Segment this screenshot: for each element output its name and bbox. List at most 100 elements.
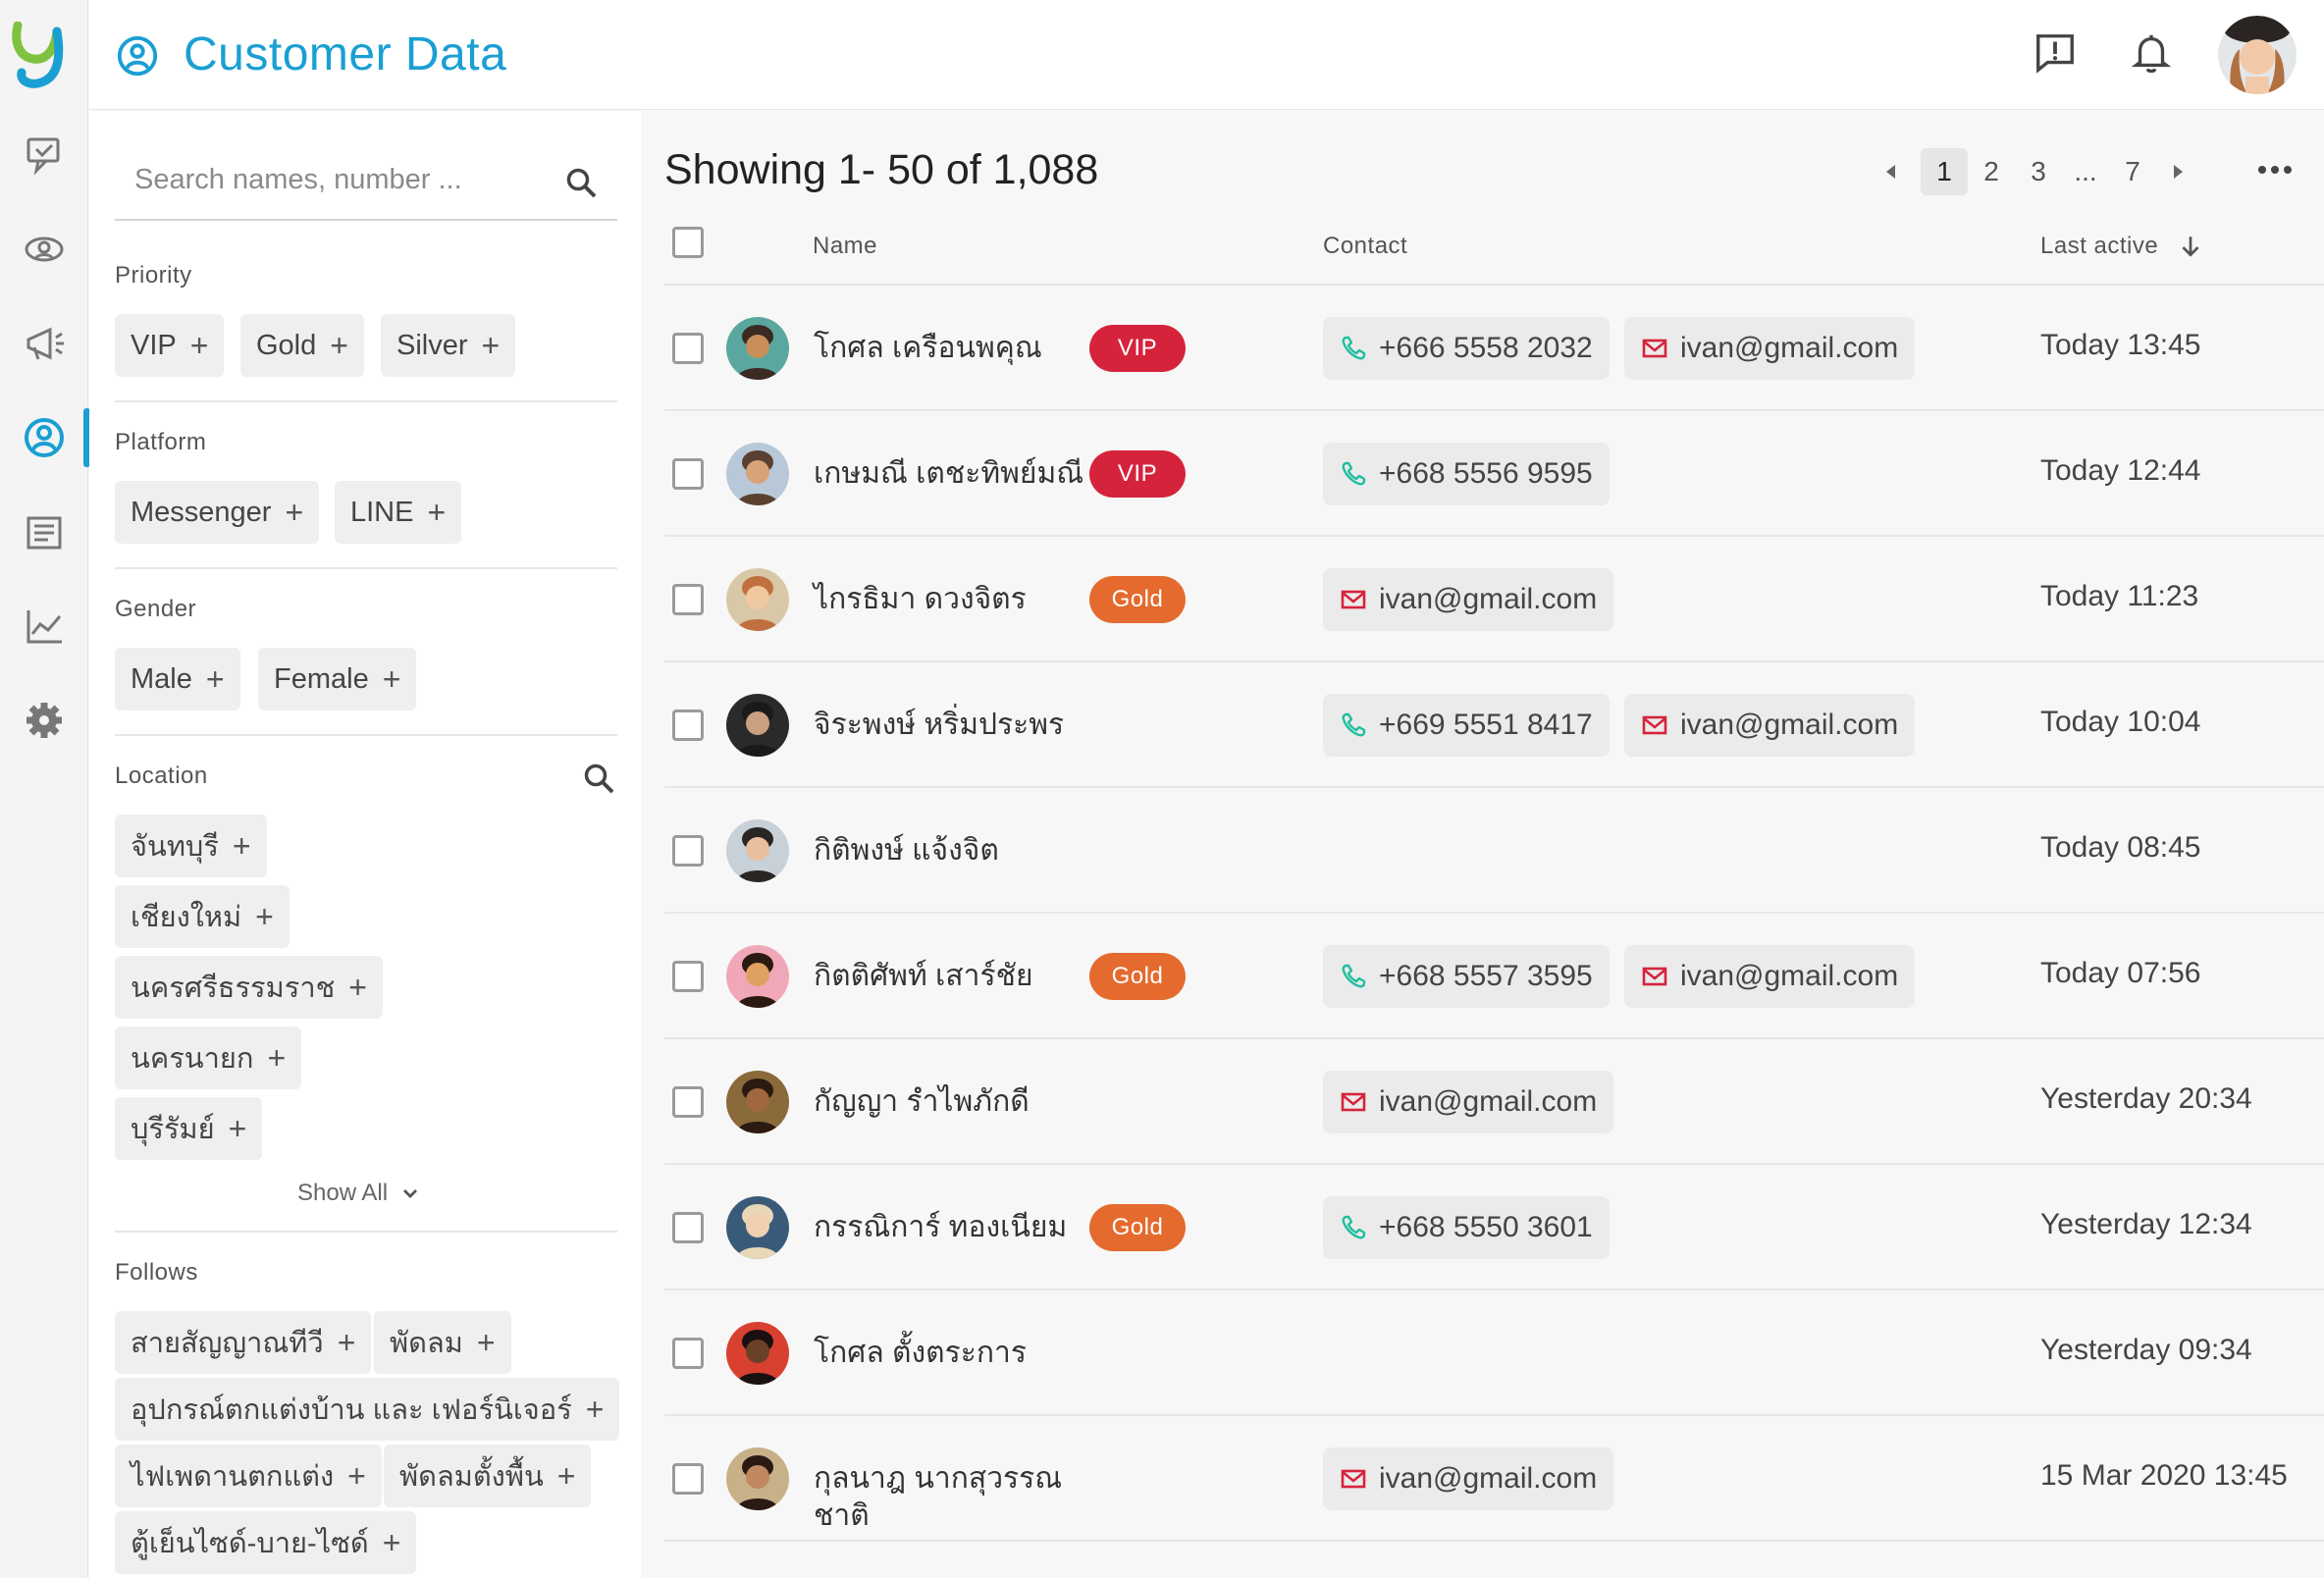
table-row[interactable]: กุลนาฎ นากสุวรรณชาติ ivan@gmail.com 15 Mar… xyxy=(664,1416,2324,1542)
table-row[interactable]: จิระพงษ์ หริ่มประพร +669 5551 8417 ivan@gm… xyxy=(664,662,2324,788)
page-1[interactable]: 1 xyxy=(1921,148,1968,195)
table-row[interactable]: กัญญา รำไพภักดี ivan@gmail.com Yesterday 2… xyxy=(664,1039,2324,1165)
email-chip[interactable]: ivan@gmail.com xyxy=(1624,317,1916,380)
search-input[interactable] xyxy=(134,164,547,196)
row-checkbox[interactable] xyxy=(672,1338,704,1369)
phone-chip[interactable]: +668 5550 3601 xyxy=(1323,1196,1610,1259)
avatar xyxy=(726,1322,789,1385)
broadcast-icon xyxy=(26,327,64,360)
phone-chip[interactable]: +669 5551 8417 xyxy=(1323,694,1610,757)
page-7[interactable]: 7 xyxy=(2109,148,2156,195)
rail-report[interactable] xyxy=(0,500,88,563)
chip-follows-5[interactable]: ตู้เย็นไซด์-บาย-ไซด์ + xyxy=(115,1511,417,1574)
feedback-button[interactable] xyxy=(2032,29,2079,77)
table-row[interactable]: กิตติศัพท์ เสาร์ชัย Gold +668 5557 3595 iva… xyxy=(664,914,2324,1039)
phone-chip[interactable]: +666 5558 2032 xyxy=(1323,317,1610,380)
page-header: Customer Data xyxy=(89,0,2324,110)
page-3[interactable]: 3 xyxy=(2015,148,2062,195)
row-checkbox[interactable] xyxy=(672,1086,704,1118)
table-row[interactable]: กรรณิการ์ ทองเนียม Gold +668 5550 3601 Yest… xyxy=(664,1165,2324,1290)
table-row[interactable]: เกษมณี เตชะทิพย์มณี VIP +668 5556 9595 Toda… xyxy=(664,411,2324,537)
chip-platform-line[interactable]: LINE + xyxy=(335,481,462,544)
column-header-contact[interactable]: Contact xyxy=(1323,233,1407,260)
customer-name[interactable]: กิติพงษ์ แจ้งจิต xyxy=(814,832,1088,869)
chip-follows-2[interactable]: อุปกรณ์ตกแต่งบ้าน และ เฟอร์นิเจอร์ + xyxy=(115,1378,620,1441)
customer-name[interactable]: เกษมณี เตชะทิพย์มณี xyxy=(814,455,1088,493)
chip-location-0[interactable]: จันทบุรี + xyxy=(115,815,267,877)
chip-gender-female[interactable]: Female + xyxy=(258,648,417,710)
row-checkbox[interactable] xyxy=(672,1212,704,1243)
column-header-name[interactable]: Name xyxy=(813,233,877,260)
chip-priority-gold[interactable]: Gold + xyxy=(240,314,364,377)
row-checkbox[interactable] xyxy=(672,1463,704,1495)
customer-name[interactable]: ไกรธิมา ดวงจิตร xyxy=(814,581,1088,618)
rail-contacts[interactable] xyxy=(0,218,88,281)
search-icon[interactable] xyxy=(564,166,598,199)
customer-icon xyxy=(25,418,64,457)
prev-page-icon[interactable] xyxy=(1881,162,1901,182)
chip-priority-silver[interactable]: Silver + xyxy=(381,314,516,377)
chat-icon xyxy=(26,137,60,176)
table-row[interactable]: โกศล เครือนพคุณ VIP +666 5558 2032 ivan@gma… xyxy=(664,286,2324,411)
chip-location-1[interactable]: เชียงใหม่ + xyxy=(115,885,290,948)
chip-location-3[interactable]: นครนายก + xyxy=(115,1026,302,1089)
page-2[interactable]: 2 xyxy=(1968,148,2015,195)
row-checkbox[interactable] xyxy=(672,710,704,741)
last-active-time: Today 11:23 xyxy=(2040,580,2199,612)
row-checkbox[interactable] xyxy=(672,458,704,490)
user-avatar[interactable] xyxy=(2218,16,2297,94)
select-all-checkbox[interactable] xyxy=(672,227,704,258)
settings-icon xyxy=(26,703,62,738)
plus-icon: + xyxy=(556,1457,576,1494)
divider xyxy=(115,734,617,736)
email-chip[interactable]: ivan@gmail.com xyxy=(1323,568,1614,631)
chip-location-4[interactable]: บุรีรัมย์ + xyxy=(115,1097,263,1160)
plus-icon: + xyxy=(481,327,501,363)
notifications-button[interactable] xyxy=(2128,29,2175,77)
chip-platform-messenger[interactable]: Messenger + xyxy=(115,481,320,544)
customer-name[interactable]: กุลนาฎ นากสุวรรณชาติ xyxy=(814,1460,1088,1535)
phone-icon xyxy=(1342,1215,1366,1239)
row-checkbox[interactable] xyxy=(672,584,704,615)
customer-name[interactable]: จิระพงษ์ หริ่มประพร xyxy=(814,707,1088,744)
more-options-icon[interactable] xyxy=(2255,158,2295,182)
chip-follows-4[interactable]: พัดลมตั้งพื้น + xyxy=(384,1445,592,1507)
email-chip[interactable]: ivan@gmail.com xyxy=(1323,1071,1614,1133)
rail-chat[interactable] xyxy=(0,124,88,186)
rail-settings[interactable] xyxy=(0,689,88,752)
customer-name[interactable]: กัญญา รำไพภักดี xyxy=(814,1083,1088,1121)
app-logo[interactable] xyxy=(12,21,77,90)
row-checkbox[interactable] xyxy=(672,835,704,867)
rail-customer[interactable] xyxy=(0,406,90,469)
chip-follows-3[interactable]: ไฟเพดานตกแต่ง + xyxy=(115,1445,382,1507)
chip-follows-1[interactable]: พัดลม + xyxy=(374,1311,511,1374)
table-row[interactable]: โกศล ตั้งตระการ Yesterday 09:34 xyxy=(664,1290,2324,1416)
chip-gender-male[interactable]: Male + xyxy=(115,648,240,710)
customer-name[interactable]: กิตติศัพท์ เสาร์ชัย xyxy=(814,958,1088,995)
email-chip[interactable]: ivan@gmail.com xyxy=(1624,694,1916,757)
email-chip[interactable]: ivan@gmail.com xyxy=(1323,1447,1614,1510)
chip-priority-vip[interactable]: VIP + xyxy=(115,314,225,377)
table-row[interactable]: กิติพงษ์ แจ้งจิต Today 08:45 xyxy=(664,788,2324,914)
results-count: Showing 1- 50 of 1,088 xyxy=(664,146,1099,193)
next-page-icon[interactable] xyxy=(2168,162,2188,182)
table-row[interactable]: ไกรธิมา ดวงจิตร Gold ivan@gmail.com Today 1… xyxy=(664,537,2324,662)
phone-chip[interactable]: +668 5556 9595 xyxy=(1323,443,1610,505)
rail-analytics[interactable] xyxy=(0,595,88,658)
chip-follows-0[interactable]: สายสัญญาณทีวี + xyxy=(115,1311,372,1374)
customer-name[interactable]: โกศล เครือนพคุณ xyxy=(814,330,1088,367)
rail-broadcast[interactable] xyxy=(0,312,88,375)
column-header-last-active[interactable]: Last active xyxy=(2040,233,2203,260)
customer-name[interactable]: กรรณิการ์ ทองเนียม xyxy=(814,1209,1088,1246)
plus-icon: + xyxy=(382,660,401,697)
customer-name[interactable]: โกศล ตั้งตระการ xyxy=(814,1335,1088,1372)
email-chip[interactable]: ivan@gmail.com xyxy=(1624,945,1916,1008)
location-search-icon[interactable] xyxy=(582,762,615,795)
row-checkbox[interactable] xyxy=(672,333,704,364)
chip-location-2[interactable]: นครศรีธรรมราช + xyxy=(115,956,383,1019)
priority-section: Priority xyxy=(115,262,617,289)
row-checkbox[interactable] xyxy=(672,961,704,992)
phone-chip[interactable]: +668 5557 3595 xyxy=(1323,945,1610,1008)
show-all-button[interactable]: Show All xyxy=(297,1180,421,1207)
nav-rail xyxy=(0,0,90,1578)
